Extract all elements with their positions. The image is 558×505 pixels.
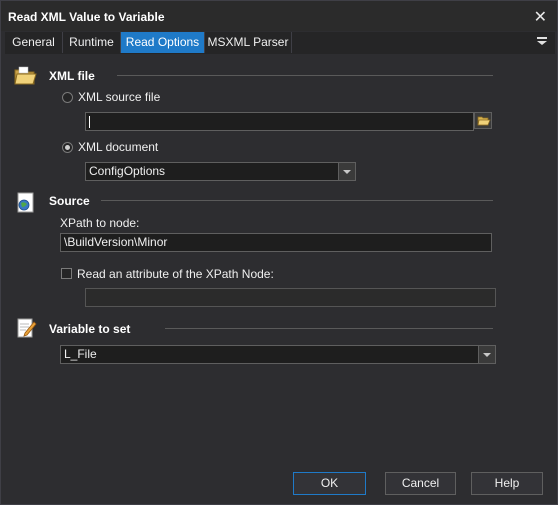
xpath-label: XPath to node: (60, 216, 140, 230)
help-button[interactable]: Help (471, 472, 543, 495)
attribute-name-input[interactable] (85, 288, 496, 307)
cancel-button[interactable]: Cancel (385, 472, 456, 495)
ok-button[interactable]: OK (293, 472, 366, 495)
browse-button[interactable] (474, 112, 492, 129)
tab-read-options[interactable]: Read Options (121, 32, 205, 53)
text-caret (89, 115, 90, 128)
xml-document-select[interactable]: ConfigOptions (85, 162, 356, 181)
tab-msxml-parser[interactable]: MSXML Parser (205, 32, 292, 53)
xml-source-file-radio[interactable] (62, 92, 73, 103)
close-icon[interactable]: ✕ (534, 7, 547, 27)
menu-icon[interactable] (537, 37, 547, 47)
tab-general[interactable]: General (5, 32, 63, 53)
folder-icon (14, 66, 37, 85)
chevron-down-icon[interactable] (478, 346, 495, 363)
xml-document-value: ConfigOptions (89, 164, 166, 178)
xpath-input[interactable]: \BuildVersion\Minor (60, 233, 492, 252)
source-section-title: Source (49, 194, 90, 208)
variable-section-title: Variable to set (49, 322, 131, 336)
title-bar: Read XML Value to Variable ✕ (1, 1, 557, 31)
xml-source-file-label: XML source file (78, 90, 161, 104)
xml-document-radio[interactable] (62, 142, 73, 153)
document-globe-icon (17, 192, 34, 213)
tab-strip: General Runtime Read Options MSXML Parse… (5, 32, 555, 54)
variable-divider (165, 328, 493, 329)
variable-select[interactable]: L_File (60, 345, 496, 364)
xml-source-file-input[interactable] (85, 112, 474, 131)
window-title: Read XML Value to Variable (8, 10, 165, 24)
tab-runtime[interactable]: Runtime (63, 32, 121, 53)
chevron-down-icon[interactable] (338, 163, 355, 180)
read-attribute-checkbox[interactable] (61, 268, 72, 279)
xml-document-label: XML document (78, 140, 159, 154)
edit-document-icon (17, 318, 37, 338)
read-attribute-label: Read an attribute of the XPath Node: (77, 267, 274, 281)
xml-file-section-title: XML file (49, 69, 95, 83)
variable-value: L_File (64, 347, 97, 361)
xml-file-divider (117, 75, 493, 76)
dialog-window: Read XML Value to Variable ✕ General Run… (0, 0, 558, 505)
open-folder-icon (477, 116, 491, 126)
source-divider (101, 200, 493, 201)
